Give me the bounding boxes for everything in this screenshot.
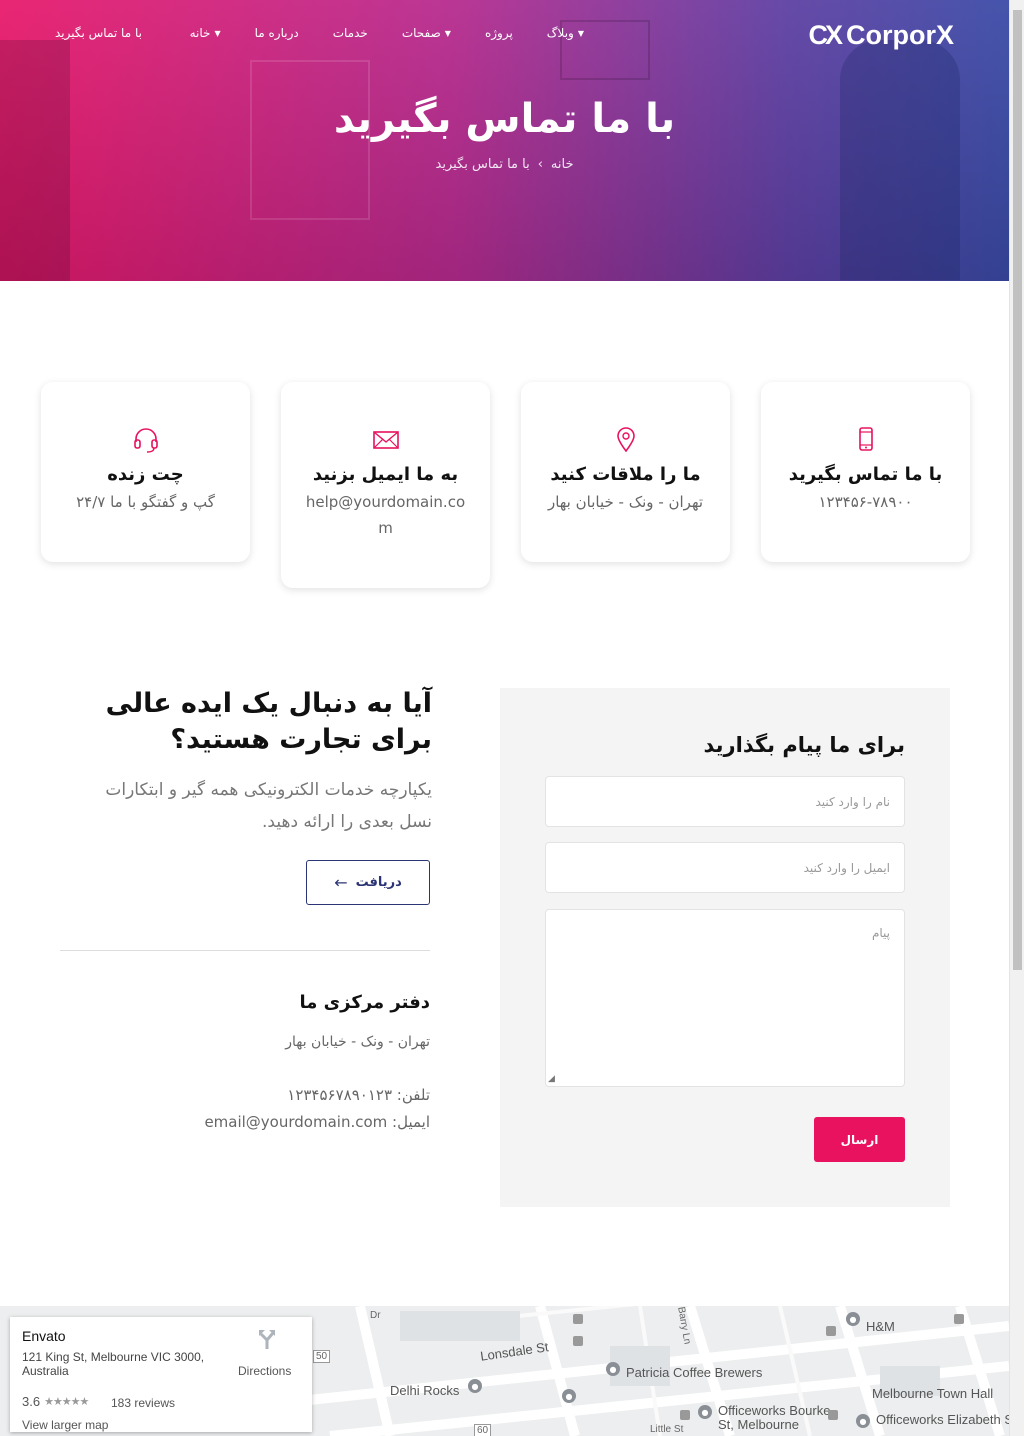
office-phone: تلفن: ۱۲۳۴۵۶۷۸۹۰۱۲۳ [150, 1086, 430, 1104]
breadcrumb-home[interactable]: خانه [551, 157, 574, 172]
shopping-pin-icon[interactable]: ● [698, 1405, 712, 1419]
card-title: ما را ملاقات کنید [550, 464, 701, 485]
shopping-pin-icon[interactable]: ● [846, 1312, 860, 1326]
map-label[interactable]: Melbourne Town Hall [872, 1386, 993, 1401]
breadcrumb: خانه › با ما تماس بگیرید [0, 157, 1009, 172]
office-address: تهران - ونک - خیابان بهار [285, 1034, 430, 1050]
transit-stop-icon [573, 1336, 583, 1346]
reviews-link[interactable]: 183 reviews [111, 1396, 175, 1410]
map-embed[interactable]: Dr Lonsdale St Barry Ln ● H&M ● Patricia… [0, 1306, 1009, 1436]
breadcrumb-current: با ما تماس بگیرید [435, 157, 530, 172]
card-text[interactable]: help@yourdomain.com [281, 489, 490, 541]
view-larger-map-link[interactable]: View larger map [22, 1418, 108, 1432]
nav-item-about[interactable]: درباره ما [255, 26, 299, 40]
chevron-down-icon: ▼ [214, 28, 221, 38]
map-label: Little St [650, 1424, 684, 1435]
email-field-wrap [545, 842, 905, 893]
nav-item-blog[interactable]: ▼ وبلاگ [547, 26, 584, 40]
transit-stop-icon [826, 1326, 836, 1336]
rating-value: 3.6 [22, 1394, 41, 1409]
headset-icon [41, 426, 250, 454]
logo-text: CorporX [846, 20, 954, 50]
office-heading: دفتر مرکزی ما [299, 992, 430, 1013]
nav-item-home[interactable]: ▼ خانه [190, 26, 221, 40]
form-title: برای ما پیام بگذارید [703, 733, 905, 757]
idea-description: یکپارچه خدمات الکترونیکی همه گیر و ابتکا… [105, 780, 432, 832]
place-rating: 3.6 ★★★★★ [22, 1394, 89, 1409]
chevron-down-icon: ▼ [577, 28, 584, 38]
contact-card-email: به ما ایمیل بزنید help@yourdomain.com [281, 382, 490, 588]
card-text: تهران - ونک - خیابان بهار [547, 493, 704, 511]
get-button-label: دریافت [355, 875, 402, 890]
logo-mark: CX [808, 20, 842, 50]
road-shield: 50 [313, 1350, 331, 1363]
nav-contact-link[interactable]: با ما تماس بگیرید [55, 26, 142, 40]
transit-stop-icon [573, 1314, 583, 1324]
map-label[interactable]: Patricia Coffee Brewers [626, 1365, 762, 1380]
road-shield: 60 [474, 1424, 492, 1436]
place-address: 121 King St, Melbourne VIC 3000, Austral… [22, 1350, 205, 1378]
breadcrumb-separator: › [537, 157, 543, 172]
idea-heading: آیا به دنبال یک ایده عالی برای تجارت هست… [105, 688, 432, 755]
submit-button[interactable]: ارسال [814, 1117, 905, 1162]
contact-card-chat: چت زنده گپ و گفتگو با ما ۲۴/۷ [41, 382, 250, 562]
office-email-label: ایمیل: [392, 1113, 430, 1131]
main-nav: ▼ وبلاگ پروژه ▼ صفحات خدمات درباره ما ▼ خان… [190, 26, 584, 40]
arrow-left-icon: ← [334, 873, 348, 892]
page-scrollbar[interactable] [1009, 0, 1024, 1436]
shopping-pin-icon[interactable]: ● [856, 1414, 870, 1428]
nav-item-pages[interactable]: ▼ صفحات [402, 26, 451, 40]
directions-link[interactable]: Directions [238, 1364, 291, 1378]
message-textarea[interactable] [546, 910, 904, 1086]
contact-card-visit: ما را ملاقات کنید تهران - ونک - خیابان ب… [521, 382, 730, 562]
location-pin-icon [521, 426, 730, 454]
site-logo[interactable]: CX CorporX [808, 20, 954, 51]
nav-item-services[interactable]: خدمات [333, 26, 368, 40]
map-info-card: Envato 121 King St, Melbourne VIC 3000, … [10, 1317, 312, 1432]
map-label[interactable]: H&M [866, 1319, 895, 1334]
place-name: Envato [22, 1328, 66, 1344]
email-input[interactable] [546, 843, 904, 892]
divider [60, 950, 430, 951]
card-title: به ما ایمیل بزنید [312, 464, 459, 485]
page-hero: CX CorporX ▼ وبلاگ پروژه ▼ صفحات خدمات درب… [0, 0, 1009, 281]
transit-stop-icon [680, 1410, 690, 1420]
scrollbar-thumb[interactable] [1013, 10, 1022, 970]
card-text: گپ و گفتگو با ما ۲۴/۷ [76, 493, 215, 511]
shopping-pin-icon[interactable]: ● [562, 1389, 576, 1403]
map-label[interactable]: Officeworks Elizabeth St [876, 1413, 1009, 1427]
star-rating-icon: ★★★★★ [44, 1396, 89, 1408]
office-phone-value: ۱۲۳۴۵۶۷۸۹۰۱۲۳ [287, 1086, 393, 1104]
page-title: با ما تماس بگیرید [333, 96, 676, 142]
directions-icon[interactable] [256, 1328, 278, 1350]
transit-stop-icon [828, 1410, 838, 1420]
office-phone-label: تلفن: [396, 1086, 430, 1104]
resize-handle-icon[interactable]: ◢ [548, 1074, 555, 1084]
contact-card-phone: با ما تماس بگیرید ۱۲۳۴۵۶-۷۸۹۰۰ [761, 382, 970, 562]
chevron-down-icon: ▼ [444, 28, 451, 38]
transit-stop-icon [954, 1314, 964, 1324]
map-label: Dr [370, 1310, 381, 1321]
get-button[interactable]: ← دریافت [306, 860, 430, 905]
card-title: با ما تماس بگیرید [788, 464, 943, 485]
message-field-wrap: ◢ [545, 909, 905, 1087]
name-field-wrap [545, 776, 905, 827]
phone-icon [761, 426, 970, 454]
office-email-value[interactable]: email@yourdomain.com [204, 1113, 387, 1131]
contact-form: برای ما پیام بگذارید ◢ ارسال [500, 688, 950, 1207]
cafe-pin-icon[interactable]: ● [606, 1362, 620, 1376]
card-title: چت زنده [107, 464, 184, 485]
restaurant-pin-icon[interactable]: ● [468, 1379, 482, 1393]
map-label[interactable]: Delhi Rocks [390, 1383, 459, 1398]
nav-item-project[interactable]: پروژه [485, 26, 513, 40]
envelope-icon [281, 426, 490, 454]
name-input[interactable] [546, 777, 904, 826]
card-text: ۱۲۳۴۵۶-۷۸۹۰۰ [818, 493, 913, 511]
office-email: ایمیل: email@yourdomain.com [150, 1113, 430, 1131]
